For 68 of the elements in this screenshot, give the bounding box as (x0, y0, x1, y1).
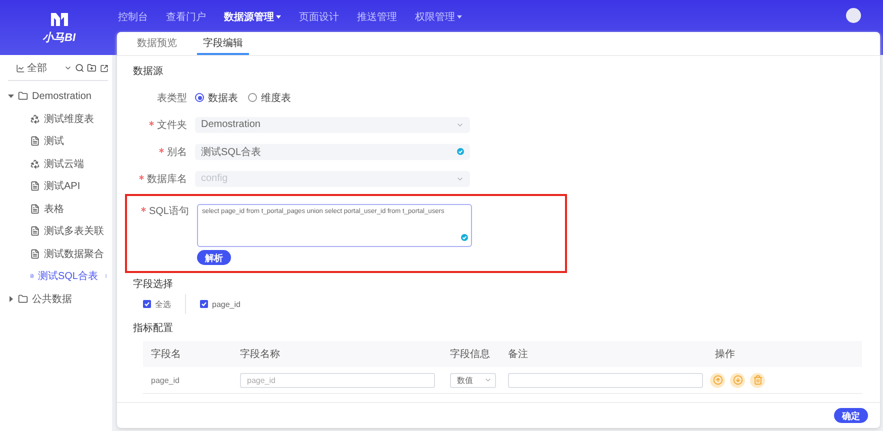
user-avatar[interactable] (846, 8, 861, 23)
tree-folder[interactable]: Demostration (8, 85, 108, 108)
tree-item[interactable]: 测试SQL合表 (8, 265, 108, 288)
column-header: 字段名 (150, 348, 182, 361)
file-icon (30, 204, 40, 214)
checkbox[interactable]: 全选 (143, 294, 186, 314)
select-field[interactable]: Demostration (195, 116, 470, 132)
recycle-icon (30, 158, 40, 169)
nav-item[interactable]: 权限管理 (415, 10, 462, 24)
checkmark-icon (201, 301, 207, 307)
nav-item[interactable]: 查看门户 (166, 10, 206, 24)
caret-icon[interactable] (8, 296, 14, 302)
column-header: 备注 (507, 348, 529, 361)
field-label: 文件夹 (133, 118, 195, 132)
chart-icon (16, 64, 25, 72)
tab[interactable]: 数据预览 (131, 32, 183, 55)
parse-button[interactable]: 解析 (197, 250, 231, 265)
brand-name: 小马BI (42, 30, 76, 45)
field-label: 数据库名 (133, 172, 195, 186)
column-header: 字段名称 (239, 348, 281, 361)
nav-item[interactable]: 页面设计 (299, 10, 339, 24)
caret-icon[interactable] (8, 93, 14, 100)
nav-item[interactable]: 推送管理 (357, 10, 397, 24)
confirm-button[interactable]: 确定 (834, 408, 868, 423)
recycle-icon (30, 114, 40, 124)
file-icon (30, 248, 40, 259)
input-field[interactable] (508, 372, 703, 388)
checkbox[interactable]: page_id (200, 294, 254, 314)
input-field[interactable]: 测试SQL合表 (195, 144, 470, 160)
file-icon (30, 136, 40, 146)
section-title: 数据源 (133, 65, 164, 78)
column-header: 字段信息 (449, 348, 491, 361)
field-label: 别名 (133, 144, 195, 158)
type-select[interactable]: 数值 (450, 372, 496, 388)
file-icon (30, 181, 40, 192)
radio-option[interactable]: 数据表 (195, 90, 238, 104)
tree-item[interactable]: 测试 (8, 130, 108, 152)
radio-option[interactable]: 维度表 (248, 90, 291, 104)
chevron-icon (484, 376, 492, 384)
folder-icon (18, 294, 28, 304)
search-icon[interactable] (74, 63, 84, 73)
arrow-down-icon (732, 375, 742, 385)
logo-icon (50, 13, 68, 26)
tree-item[interactable]: 测试多表关联 (8, 220, 108, 242)
tree-item[interactable]: 测试维度表 (8, 108, 108, 130)
tab[interactable]: 字段编辑 (197, 32, 249, 55)
folder-icon (18, 91, 28, 102)
nav-item[interactable]: 数据源管理 (224, 10, 281, 24)
export-icon[interactable] (100, 64, 108, 72)
table-cell-text: page_id (150, 376, 180, 384)
field-label: 表类型 (156, 92, 188, 104)
field-label: SQL语句 (135, 204, 197, 218)
tree-item[interactable]: 测试云端 (8, 152, 108, 175)
checkmark-icon (144, 301, 150, 307)
tree-folder[interactable]: 公共数据 (8, 288, 108, 310)
tree-item[interactable]: 测试数据聚合 (8, 242, 108, 265)
trash-icon (752, 375, 762, 385)
column-header: 操作 (714, 348, 736, 361)
folder-plus-icon[interactable] (87, 63, 97, 73)
nav-item[interactable]: 控制台 (118, 10, 148, 24)
filter-select[interactable]: 全部 (16, 61, 72, 75)
tree-item[interactable]: 表格 (8, 198, 108, 220)
section-title: 指标配置 (133, 322, 174, 335)
tree-item[interactable]: 测试API (8, 175, 108, 198)
file-icon (30, 226, 40, 236)
section-title: 字段选择 (133, 278, 174, 291)
arrow-up-icon (712, 375, 722, 385)
chevron-icon (64, 64, 72, 72)
